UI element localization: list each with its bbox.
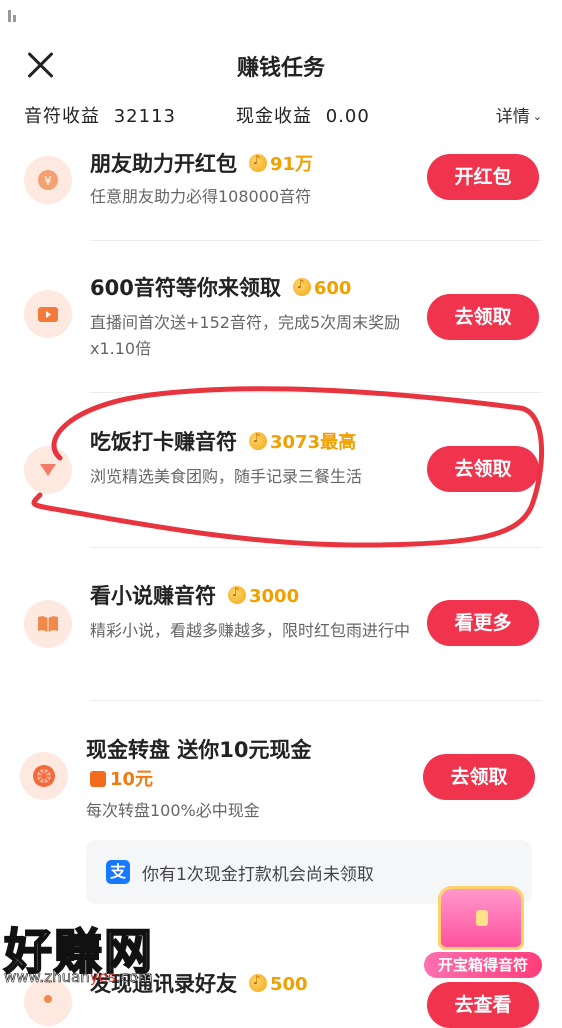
claim-button[interactable]: 去领取 [423,754,535,800]
divider [90,547,542,548]
divider [90,392,542,393]
task-reward-value: 91万 [270,154,314,175]
task-description: 直播间首次送+152音符，完成5次周末奖励x1.10倍 [90,313,401,358]
task-item: 看小说赚音符 3000 精彩小说，看越多赚越多，限时红包雨进行中 看更多 [0,578,562,688]
details-link[interactable]: 详情 ⌄ [496,102,542,127]
task-title-text: 600音符等你来领取 [90,276,281,300]
task-title-text: 吃饭打卡赚音符 [90,430,237,454]
task-reward-value: 500 [270,974,308,995]
chevron-down-icon: ⌄ [532,110,542,123]
notice-text: 你有1次现金打款机会尚未领取 [142,865,374,885]
open-red-envelope-button[interactable]: 开红包 [427,154,539,200]
note-earnings-value: 32113 [113,106,176,127]
coin-icon [249,973,267,992]
task-reward: 3073最高 [249,428,356,454]
see-more-button[interactable]: 看更多 [427,600,539,646]
task-reward-value: 3073最高 [270,432,357,453]
page-title: 赚钱任务 [236,56,325,81]
view-button[interactable]: 去查看 [427,982,539,1028]
watermark-url-mid: yes [89,968,116,986]
claim-button[interactable]: 去领取 [427,446,539,492]
divider [90,700,542,701]
coin-icon [249,431,267,450]
svg-text:¥: ¥ [44,174,52,188]
task-reward: 500 [249,973,308,995]
treasure-label: 开宝箱得音符 [424,952,542,978]
food-icon [24,446,72,494]
watermark-url-prefix: www.zhuan [4,968,90,987]
coin-icon [292,277,311,296]
coin-icon [228,585,246,604]
task-title: 现金转盘 送你10元现金 [86,738,312,762]
task-item: 600音符等你来领取 600 直播间首次送+152音符，完成5次周末奖励x1.10… [0,270,562,380]
book-icon [24,600,72,648]
task-reward-value: 600 [313,278,352,299]
treasure-chest-widget[interactable]: 开宝箱得音符 [424,880,542,980]
cash-reward: 10元 [90,765,153,791]
task-title: 600音符等你来领取 600 [90,272,351,302]
task-item: 吃饭打卡赚音符 3073最高 浏览精选美食团购，随手记录三餐生活 去领取 [0,424,562,534]
earnings-summary: 音符收益 32113 现金收益 0.00 详情 ⌄ [24,102,542,130]
task-item: ¥ 朋友助力开红包 91万 任意朋友助力必得108000音符 开红包 [0,146,562,240]
cash-earnings-label: 现金收益 [236,106,312,127]
task-title-text: 朋友助力开红包 [90,152,237,176]
task-item: 现金转盘 送你10元现金 每次转盘100%必中现金 去领取 [0,732,562,832]
watermark-url: www.zhuanyes.com [4,968,153,987]
cash-reward-value: 10元 [110,769,154,790]
wheel-icon [20,752,68,800]
status-indicator [8,10,18,22]
watermark-url-suffix: .com [115,968,153,987]
task-title: 朋友助力开红包 91万 [90,148,313,178]
task-reward-value: 3000 [249,586,300,607]
task-title: 看小说赚音符 3000 [90,580,299,610]
cash-earnings-value: 0.00 [325,106,370,127]
divider [90,240,542,241]
task-title: 吃饭打卡赚音符 3073最高 [90,426,356,456]
task-description: 浏览精选美食团购，随手记录三餐生活 [90,467,363,486]
cash-icon [90,771,106,787]
task-description: 每次转盘100%必中现金 [86,801,260,820]
header: 赚钱任务 [0,30,562,96]
task-reward: 91万 [249,150,313,176]
task-description: 精彩小说，看越多赚越多，限时红包雨进行中 [90,621,411,640]
task-description: 任意朋友助力必得108000音符 [90,187,312,206]
note-earnings: 音符收益 32113 [24,102,176,128]
tv-icon [24,290,72,338]
cash-earnings: 现金收益 0.00 [236,102,370,128]
details-label: 详情 [495,107,530,127]
task-reward: 600 [292,277,352,299]
coin-icon [249,153,267,172]
claim-button[interactable]: 去领取 [427,294,539,340]
task-reward: 3000 [228,585,300,607]
lock-icon [476,910,488,926]
task-title-text: 看小说赚音符 [90,584,216,608]
alipay-icon: 支 [106,860,130,884]
note-earnings-label: 音符收益 [24,106,100,127]
treasure-chest-icon [438,886,524,950]
red-envelope-icon: ¥ [24,156,72,204]
